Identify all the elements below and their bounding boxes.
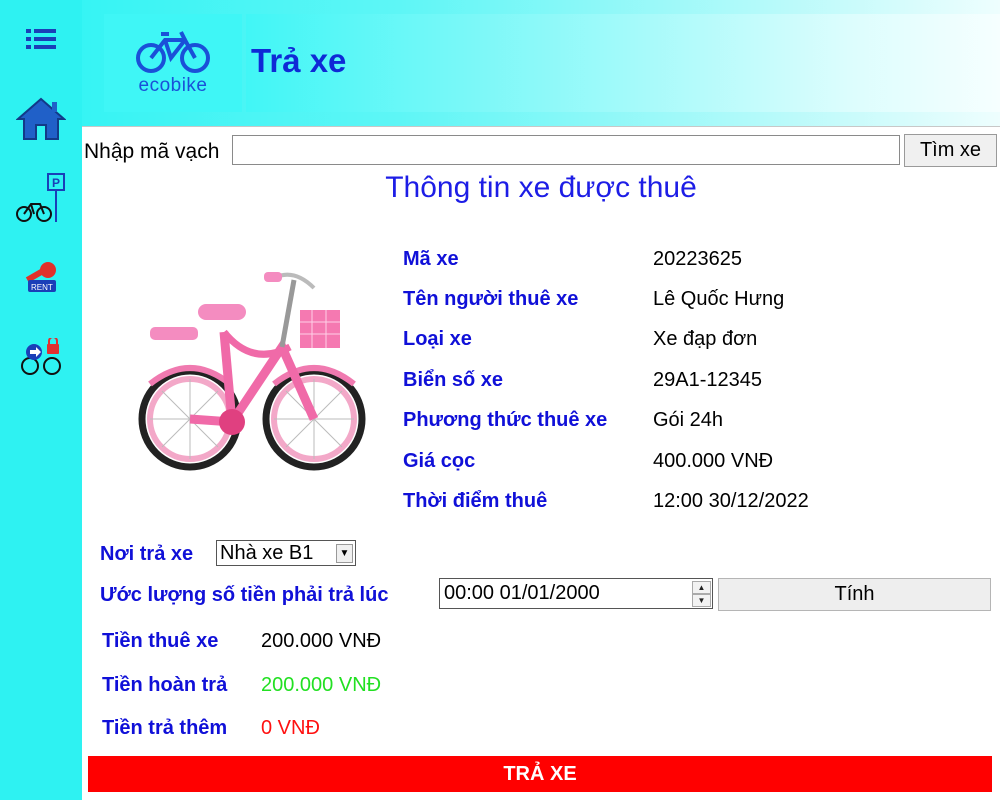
bicycle-logo-icon (136, 31, 210, 73)
estimate-time-value: 00:00 01/01/2000 (444, 582, 600, 604)
bike-type-value: Xe đạp đơn (653, 328, 758, 350)
rent-key-icon[interactable]: RENT (22, 260, 60, 296)
bike-id-label: Mã xe (403, 248, 459, 270)
rental-method-label: Phương thức thuê xe (403, 409, 608, 431)
search-bike-button[interactable]: Tìm xe (904, 134, 997, 167)
svg-text:P: P (52, 176, 60, 190)
section-title: Thông tin xe được thuê (385, 171, 697, 204)
return-bike-button[interactable]: TRẢ XE (88, 756, 992, 792)
rental-time-value: 12:00 30/12/2022 (653, 490, 809, 512)
return-bike-icon[interactable] (20, 338, 64, 378)
menu-icon[interactable] (26, 28, 56, 50)
bike-type-label: Loại xe (403, 328, 472, 350)
home-icon[interactable] (16, 97, 66, 141)
estimate-time-field[interactable]: 00:00 01/01/2000 ▲ ▼ (439, 578, 713, 609)
page-title: Trả xe (251, 42, 347, 79)
logo-text: ecobike (138, 75, 208, 96)
deposit-label: Giá cọc (403, 450, 476, 472)
dock-label: Nơi trả xe (100, 543, 194, 565)
bike-parking-icon[interactable]: P (14, 172, 68, 226)
renter-name-value: Lê Quốc Hưng (653, 288, 785, 310)
rental-fee-label: Tiền thuê xe (102, 630, 219, 652)
spin-down-icon[interactable]: ▼ (692, 594, 711, 607)
license-plate-label: Biển số xe (403, 369, 504, 391)
rental-method-value: Gói 24h (653, 409, 724, 431)
refund-label: Tiền hoàn trả (102, 674, 228, 696)
calculate-button[interactable]: Tính (718, 578, 991, 611)
dock-select[interactable]: Nhà xe B1 ▼ (216, 540, 356, 566)
spin-up-icon[interactable]: ▲ (692, 581, 711, 594)
chevron-down-icon[interactable]: ▼ (336, 544, 353, 563)
bike-id-value: 20223625 (653, 248, 742, 270)
extra-charge-label: Tiền trả thêm (102, 717, 228, 739)
rental-time-label: Thời điểm thuê (403, 490, 548, 512)
extra-charge-value: 0 VNĐ (261, 717, 320, 739)
rental-fee-value: 200.000 VNĐ (261, 630, 382, 652)
barcode-input[interactable] (232, 135, 900, 165)
renter-name-label: Tên người thuê xe (403, 288, 579, 310)
return-bike-panel: Nhập mã vạch Tìm xe Thông tin xe được th… (82, 126, 1000, 800)
ecobike-logo: ecobike (104, 14, 242, 112)
refund-value: 200.000 VNĐ (261, 674, 382, 696)
title-bar (246, 14, 1000, 112)
license-plate-value: 29A1-12345 (653, 369, 762, 391)
deposit-value: 400.000 VNĐ (653, 450, 774, 472)
svg-text:RENT: RENT (31, 283, 53, 292)
estimate-label: Ước lượng số tiền phải trả lúc (100, 584, 389, 606)
bike-image (138, 272, 366, 471)
sidebar: P RENT (0, 0, 82, 800)
barcode-label: Nhập mã vạch (84, 140, 220, 163)
dock-selected-value: Nhà xe B1 (220, 542, 314, 564)
